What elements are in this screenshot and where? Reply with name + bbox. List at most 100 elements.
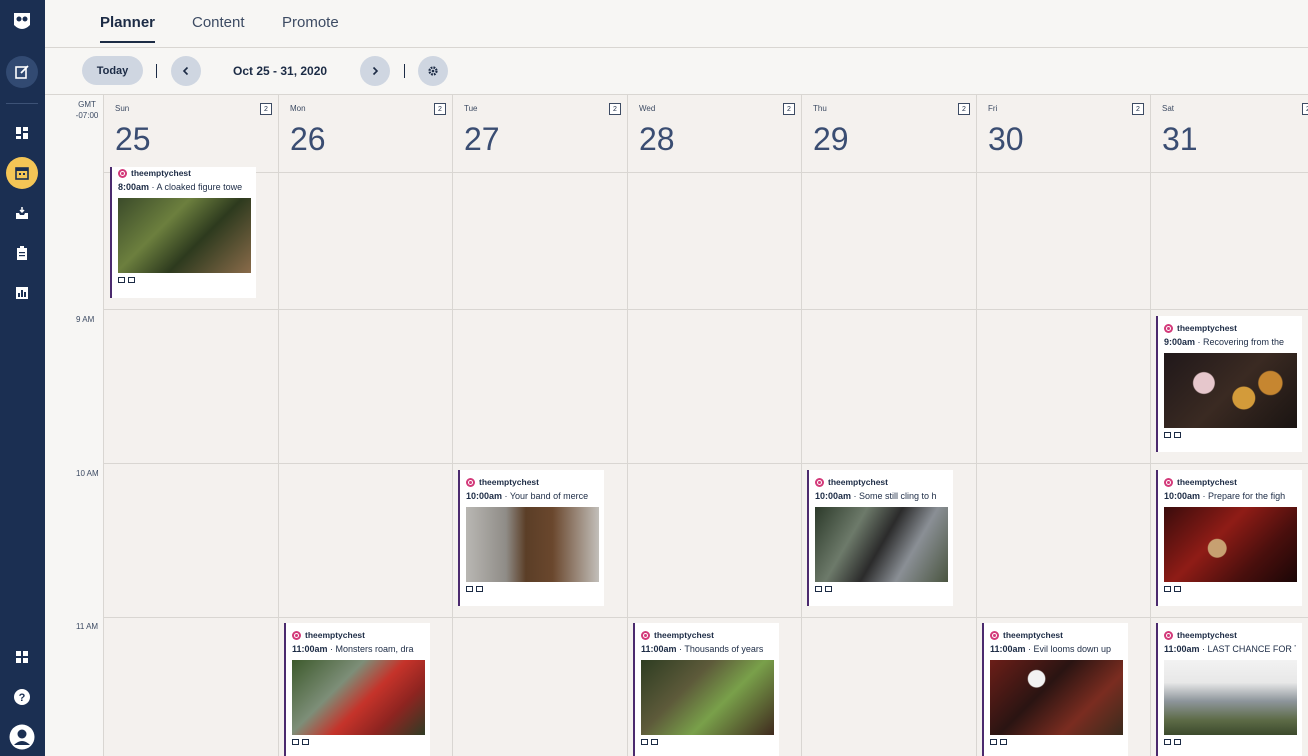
scheduled-post-card[interactable]: theemptychest 10:00am · Your band of mer… [458,470,604,606]
post-count-badge: 2 [609,103,621,115]
slot-cell[interactable] [628,310,802,464]
post-time: 9:00am [1164,337,1196,347]
dashboard-icon[interactable] [6,117,38,149]
post-text: 9:00am · Recovering from the [1164,337,1296,349]
post-text: 10:00am · Some still cling to h [815,491,947,503]
profile-icon[interactable] [6,721,38,753]
calendar-icon[interactable] [6,157,38,189]
day-header-wed[interactable]: Wed 28 2 [628,95,802,173]
calendar-mini-icon [292,739,299,745]
post-image [1164,353,1297,428]
timezone-label: GMT -07:00 [71,95,104,173]
today-button[interactable]: Today [82,56,143,85]
slot-cell[interactable] [453,310,628,464]
calendar-mini-icon [641,739,648,745]
scheduled-post-card[interactable]: theemptychest 11:00am · Evil looms down … [982,623,1128,756]
post-count-badge: 2 [1302,103,1308,115]
image-mini-icon [1000,739,1007,745]
post-time: 8:00am [118,182,150,192]
slot-cell[interactable] [802,173,977,310]
account-name: theemptychest [1177,630,1237,640]
calendar-mini-icon [118,277,125,283]
slot-cell[interactable] [453,618,628,756]
post-image [815,507,948,582]
tab-promote[interactable]: Promote [282,14,339,41]
slot-cell[interactable] [1151,173,1308,310]
inbox-icon[interactable] [6,197,38,229]
image-mini-icon [128,277,135,283]
slot-cell[interactable] [279,464,453,618]
scheduled-post-card[interactable]: theemptychest 10:00am · Prepare for the … [1156,470,1302,606]
post-account: theemptychest [641,629,773,641]
apps-icon[interactable] [6,641,38,673]
day-header-tue[interactable]: Tue 27 2 [453,95,628,173]
slot-cell[interactable] [628,464,802,618]
post-meta-icons [118,277,250,287]
post-count-badge: 2 [958,103,970,115]
analytics-icon[interactable] [6,277,38,309]
post-meta-icons [466,586,598,596]
post-meta-icons [292,739,424,749]
compose-icon[interactable] [6,56,38,88]
post-meta-icons [990,739,1122,749]
scheduled-post-card[interactable]: theemptychest 11:00am · Monsters roam, d… [284,623,430,756]
calendar-mini-icon [990,739,997,745]
owl-logo-icon[interactable] [10,10,34,34]
slot-cell[interactable] [802,310,977,464]
slot-cell[interactable] [977,310,1151,464]
tab-content[interactable]: Content [192,14,245,41]
instagram-icon [641,630,650,640]
instagram-icon [1164,477,1173,487]
post-text: 11:00am · Thousands of years [641,644,773,656]
post-caption: · Recovering from the [1195,337,1285,347]
instagram-icon [1164,323,1173,333]
post-text: 11:00am · Evil looms down up [990,644,1122,656]
scheduled-post-card[interactable]: theemptychest 11:00am · Thousands of yea… [633,623,779,756]
gear-icon [428,66,438,76]
slot-cell[interactable] [279,310,453,464]
post-caption: · Your band of merce [502,491,589,501]
scheduled-post-card[interactable]: theemptychest 10:00am · Some still cling… [807,470,953,606]
post-account: theemptychest [815,476,947,488]
post-caption: · Monsters roam, dra [327,644,414,654]
calendar-toolbar: Today Oct 25 - 31, 2020 [45,48,1308,95]
instagram-icon [118,168,127,178]
post-account: theemptychest [466,476,598,488]
account-name: theemptychest [654,630,714,640]
day-name: Sat [1162,104,1175,113]
day-header-sat[interactable]: Sat 31 2 [1151,95,1308,173]
day-header-mon[interactable]: Mon 26 2 [279,95,453,173]
day-header-sun[interactable]: Sun 25 2 [104,95,279,173]
slot-cell[interactable] [104,310,279,464]
next-week-button[interactable] [360,56,390,86]
clipboard-icon[interactable] [6,237,38,269]
post-caption: · Prepare for the figh [1200,491,1286,501]
image-mini-icon [1174,432,1181,438]
slot-cell[interactable] [104,618,279,756]
previous-week-button[interactable] [171,56,201,86]
day-header-thu[interactable]: Thu 29 2 [802,95,977,173]
slot-cell[interactable] [977,464,1151,618]
slot-cell[interactable] [628,173,802,310]
tab-planner[interactable]: Planner [100,14,156,43]
help-icon[interactable]: ? [6,681,38,713]
instagram-icon [292,630,301,640]
calendar-mini-icon [1164,432,1171,438]
scheduled-post-card[interactable]: theemptychest 11:00am · LAST CHANCE FOR … [1156,623,1302,756]
day-header-fri[interactable]: Fri 30 2 [977,95,1151,173]
settings-button[interactable] [418,56,448,86]
slot-cell[interactable] [104,464,279,618]
post-time: 10:00am [466,491,503,501]
slot-cell[interactable] [802,618,977,756]
post-caption: · Some still cling to h [851,491,937,501]
scheduled-post-card[interactable]: theemptychest 8:00am · A cloaked figure … [110,167,256,298]
post-time: 11:00am [641,644,677,654]
image-mini-icon [476,586,483,592]
post-time: 10:00am [815,491,852,501]
slot-cell[interactable] [977,173,1151,310]
post-meta-icons [1164,586,1296,596]
post-time: 11:00am [990,644,1026,654]
slot-cell[interactable] [453,173,628,310]
slot-cell[interactable] [279,173,453,310]
scheduled-post-card[interactable]: theemptychest 9:00am · Recovering from t… [1156,316,1302,452]
